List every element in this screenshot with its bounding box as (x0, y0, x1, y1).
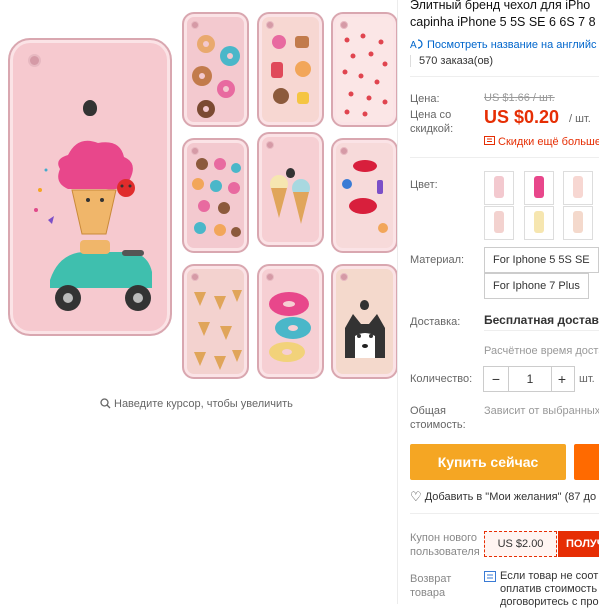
translate-link-text: Посмотреть название на английс (427, 39, 597, 51)
material-option-7plus[interactable]: For Iphone 7 Plus (484, 273, 589, 299)
donut-stack (269, 292, 311, 362)
cone-faces-pattern (194, 290, 242, 370)
add-to-wishlist-link[interactable]: ♡ Добавить в "Мои желания" (87 до (410, 489, 596, 505)
color-swatch[interactable] (563, 206, 593, 240)
donut-pattern (192, 35, 240, 118)
scooter-icecream-illustration (34, 140, 152, 311)
delivery-estimate: Расчётное время доста (484, 345, 599, 357)
material-label: Материал: (410, 254, 465, 266)
svg-text:A: A (410, 40, 417, 50)
thumbnail-ice-cream-faces[interactable] (182, 264, 249, 379)
order-count: 570 заказа(ов) (410, 55, 493, 67)
ice-cream-cones (270, 175, 310, 224)
heart-pattern (342, 33, 388, 117)
quantity-increase-button[interactable]: + (550, 367, 574, 391)
separator (484, 330, 599, 331)
color-swatch[interactable] (524, 171, 554, 205)
product-title: Элитный бренд чехол для iPho capinha iPh… (410, 0, 599, 31)
return-icon (484, 571, 496, 582)
pastry-pattern (271, 35, 311, 104)
quantity-decrease-button[interactable]: − (484, 367, 508, 391)
separator (410, 513, 599, 514)
color-swatch[interactable] (563, 171, 593, 205)
returns-line-2: оплатив стоимость (500, 583, 598, 595)
quantity-stepper: − 1 + (483, 366, 575, 392)
thumbnail-donuts-grid[interactable] (182, 138, 249, 253)
shipping-value[interactable]: Бесплатная доставка ▼ (484, 313, 599, 327)
column-divider (397, 0, 398, 604)
coupon-amount: US $2.00 (484, 531, 557, 557)
thumbnail-husky[interactable] (331, 264, 398, 379)
sale-price: US $0.20 (484, 107, 560, 127)
thumbnail-donuts[interactable] (182, 12, 249, 127)
translate-link[interactable]: A Посмотреть название на английс (410, 38, 596, 51)
returns-line-1: Если товар не соотв (500, 570, 599, 582)
color-label: Цвет: (410, 179, 438, 191)
more-discounts-text: Скидки ещё больше (498, 136, 599, 148)
zoom-hint-text: Наведите курсор, чтобы увеличить (114, 398, 293, 410)
buy-now-button[interactable]: Купить сейчас (410, 444, 566, 480)
wishlist-text: Добавить в "Мои желания" (87 до (424, 491, 597, 503)
material-option-5s[interactable]: For Iphone 5 5S SE (484, 247, 599, 273)
search-icon (100, 398, 111, 409)
lips-pattern (342, 160, 388, 233)
coupon-label: Купон нового пользователя (410, 532, 480, 558)
quantity-input[interactable]: 1 (508, 367, 552, 391)
separator (410, 76, 599, 77)
returns-policy: Если товар не соотв оплатив стоимость до… (500, 570, 599, 609)
total-value: Зависит от выбранных (484, 405, 599, 417)
separator (410, 157, 599, 158)
color-swatch[interactable] (484, 206, 514, 240)
price-label: Цена: (410, 93, 440, 105)
title-line-1: Элитный бренд чехол для iPho (410, 0, 591, 12)
thumbnail-donuts-pastel[interactable] (257, 12, 324, 127)
title-line-2: capinha iPhone 5 5S SE 6 6S 7 8 (410, 15, 596, 29)
returns-line-3: договоритесь с про (500, 596, 599, 608)
returns-label: Возврат товара (410, 573, 452, 599)
thumbnail-lips[interactable] (331, 138, 398, 253)
thumbnail-donut-drip[interactable] (257, 264, 324, 379)
translate-icon: A (410, 39, 423, 51)
total-label: Общая стоимость: (410, 405, 466, 431)
thumbnail-hearts[interactable] (331, 12, 398, 127)
main-product-image[interactable] (8, 38, 172, 336)
get-coupon-button[interactable]: ПОЛУЧ (558, 531, 599, 557)
heart-icon: ♡ (410, 489, 422, 504)
thumbnail-ice-cream[interactable] (257, 132, 324, 247)
coupon-icon (484, 136, 495, 145)
zoom-hint: Наведите курсор, чтобы увеличить (100, 398, 293, 410)
quantity-label: Количество: (410, 373, 473, 385)
original-price: US $1.66 / шт. (484, 92, 555, 104)
price-unit: / шт. (569, 113, 591, 125)
shipping-label: Доставка: (410, 316, 461, 328)
color-swatch[interactable] (484, 171, 514, 205)
more-discounts-link[interactable]: Скидки ещё больше (484, 135, 599, 148)
add-to-cart-button[interactable] (574, 444, 599, 480)
color-swatch[interactable] (524, 206, 554, 240)
discount-price-label: Цена со скидкой: (410, 109, 454, 135)
shipping-value-text: Бесплатная доставка (484, 313, 599, 327)
quantity-unit: шт. (579, 373, 595, 385)
donut-grid-pattern (190, 156, 243, 239)
husky-dog (345, 314, 385, 358)
